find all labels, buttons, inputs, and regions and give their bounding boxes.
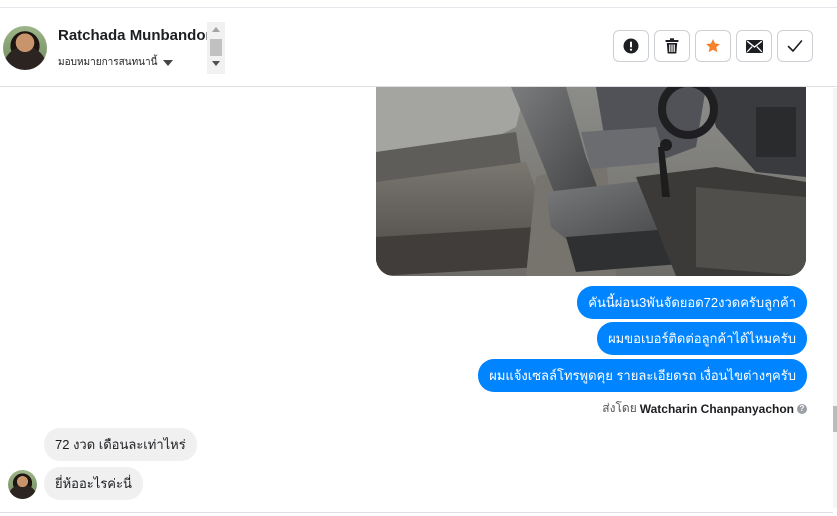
- composer-divider: [0, 512, 833, 513]
- conversation-header: Ratchada Munbandong มอบหมายการสนทนานี้: [0, 8, 837, 87]
- outgoing-message[interactable]: ผมแจ้งเซลล์โทรพูดคุย รายละเอียดรถ เงื่อน…: [478, 359, 807, 392]
- assign-label: มอบหมายการสนทนานี้: [58, 57, 158, 68]
- assign-conversation-dropdown[interactable]: มอบหมายการสนทนานี้: [58, 55, 174, 70]
- star-icon: [706, 39, 720, 53]
- sent-by-info: ส่งโดย Watcharin Chanpanyachon ?: [602, 399, 807, 418]
- sent-by-label: ส่งโดย: [602, 401, 637, 415]
- report-spam-button[interactable]: [613, 30, 649, 62]
- scroll-up-arrow-icon[interactable]: [212, 27, 220, 32]
- contact-avatar-small[interactable]: [8, 470, 37, 499]
- outgoing-message[interactable]: คันนี้ผ่อน3พันจัดยอด72งวดครับลูกค้า: [577, 286, 807, 319]
- star-button[interactable]: [695, 30, 731, 62]
- delete-button[interactable]: [654, 30, 690, 62]
- conversation-toolbar: [613, 30, 813, 62]
- mark-done-button[interactable]: [777, 30, 813, 62]
- messages-scrollbar[interactable]: [833, 88, 837, 508]
- sender-name: Watcharin Chanpanyachon: [639, 401, 794, 416]
- car-interior-image: [376, 87, 806, 276]
- contact-avatar[interactable]: [3, 26, 47, 70]
- trash-icon: [665, 38, 679, 54]
- header-scrollbar[interactable]: [207, 22, 225, 74]
- incoming-message[interactable]: ยี่ห้ออะไรค่ะนี่: [44, 467, 143, 500]
- outgoing-message[interactable]: ผมขอเบอร์ติดต่อลูกค้าได้ไหมครับ: [597, 322, 807, 355]
- scroll-down-arrow-icon[interactable]: [212, 61, 220, 66]
- contact-name[interactable]: Ratchada Munbandong: [58, 27, 224, 44]
- scroll-thumb[interactable]: [833, 406, 837, 432]
- caret-down-icon: [163, 59, 174, 66]
- incoming-message[interactable]: 72 งวด เดือนละเท่าไหร่: [44, 428, 197, 461]
- help-icon[interactable]: ?: [797, 403, 807, 414]
- check-icon: [787, 40, 803, 52]
- mark-unread-button[interactable]: [736, 30, 772, 62]
- alert-circle-icon: [623, 38, 639, 54]
- scroll-thumb[interactable]: [210, 39, 222, 56]
- envelope-icon: [745, 39, 763, 53]
- car-interior-photo[interactable]: [376, 87, 806, 276]
